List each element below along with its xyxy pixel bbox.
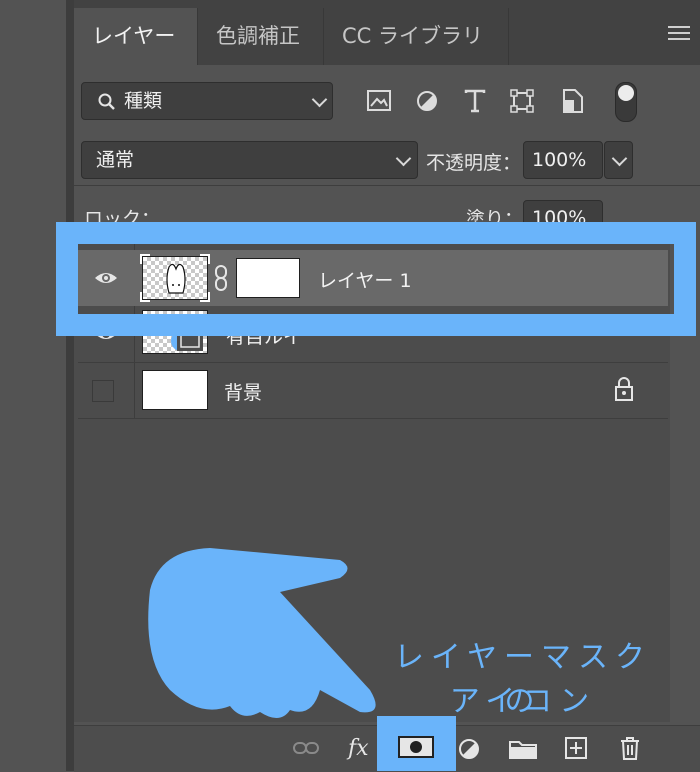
folder-icon[interactable]: [509, 739, 537, 759]
divider: [74, 185, 700, 186]
filter-kind-select[interactable]: 種類: [81, 82, 333, 120]
search-icon: [98, 93, 115, 110]
smart-object-filter-icon[interactable]: [562, 88, 584, 114]
pointing-hand-icon: [148, 548, 376, 719]
blend-mode-select[interactable]: 通常: [81, 141, 418, 179]
filter-toggle-icon[interactable]: [615, 82, 637, 122]
new-layer-icon[interactable]: [565, 737, 587, 759]
opacity-input[interactable]: 100%: [523, 141, 603, 179]
visibility-checkbox[interactable]: [92, 380, 114, 402]
layer-thumbnail[interactable]: [142, 370, 208, 410]
chevron-down-icon: [395, 150, 412, 167]
annotation-line2: アイコン: [449, 684, 597, 719]
shape-filter-icon[interactable]: [510, 89, 534, 113]
tab-cc-libraries[interactable]: CC ライブラリ: [324, 8, 509, 65]
opacity-value: 100%: [532, 149, 587, 171]
trash-icon[interactable]: [619, 736, 641, 760]
layer-mask-icon: [398, 736, 434, 758]
panel-menu-icon[interactable]: [668, 26, 690, 40]
divider: [78, 418, 668, 419]
tab-layers[interactable]: レイヤー: [74, 8, 198, 65]
tab-adjustments-label: 色調補正: [216, 24, 300, 48]
chevron-down-icon: [611, 150, 628, 167]
tab-adjustments[interactable]: 色調補正: [198, 8, 324, 65]
image-filter-icon[interactable]: [367, 90, 391, 112]
filter-kind-label: 種類: [124, 90, 163, 112]
link-icon[interactable]: [292, 740, 320, 756]
layer-mask-button[interactable]: [377, 716, 456, 771]
type-filter-icon[interactable]: [464, 89, 486, 113]
tab-layers-label: レイヤー: [92, 24, 176, 48]
opacity-label: 不透明度：: [426, 152, 522, 174]
blend-mode-label: 通常: [96, 149, 135, 171]
opacity-dropdown-button[interactable]: [604, 141, 633, 179]
tab-cc-libraries-label: CC ライブラリ: [342, 24, 484, 48]
canvas-area: [0, 0, 66, 771]
lock-icon: [615, 377, 633, 401]
adjustment-filter-icon[interactable]: [416, 90, 438, 112]
adjustment-layer-icon[interactable]: [458, 738, 480, 760]
layer-row[interactable]: 背景: [78, 363, 668, 418]
layer-name[interactable]: 背景: [224, 378, 262, 405]
panel-divider[interactable]: [66, 0, 74, 771]
highlight-box: [56, 222, 696, 336]
panel-tab-bar: レイヤー 色調補正 CC ライブラリ: [74, 0, 700, 65]
chevron-down-icon: [311, 91, 328, 108]
fx-icon[interactable]: fx: [348, 736, 369, 761]
